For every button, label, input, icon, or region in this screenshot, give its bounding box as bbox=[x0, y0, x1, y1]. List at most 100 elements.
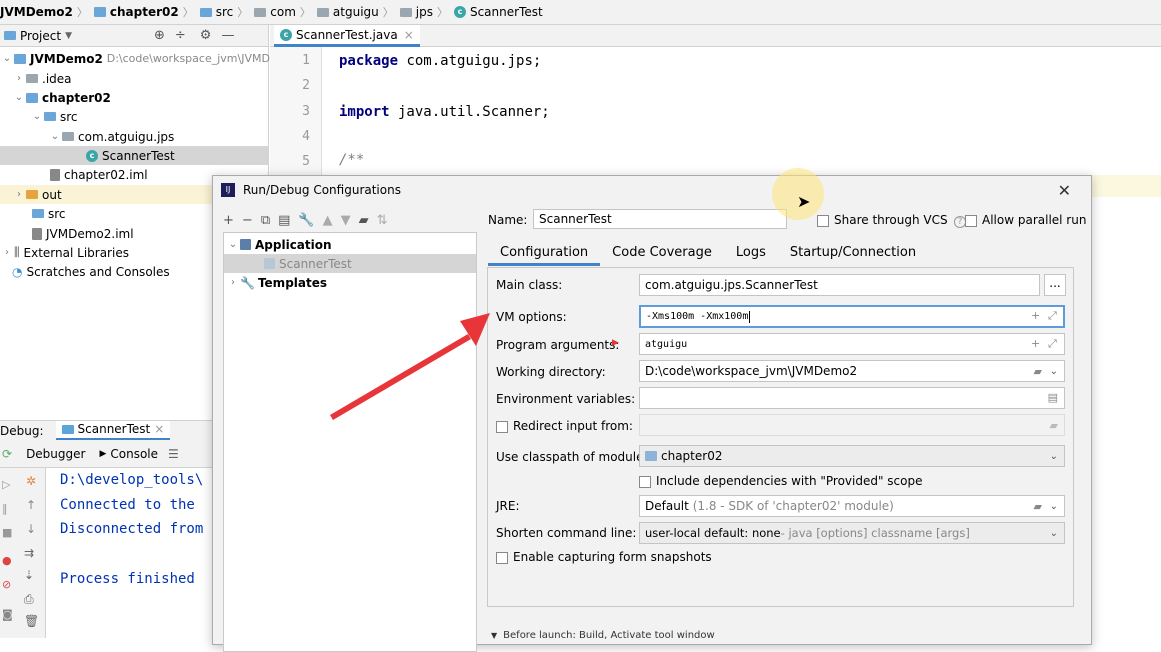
folder-icon[interactable]: ▰ bbox=[1034, 500, 1042, 513]
resume-icon[interactable]: ▷ bbox=[2, 478, 10, 491]
name-field[interactable]: ScannerTest bbox=[533, 209, 787, 229]
tree-item-src-root[interactable]: src bbox=[32, 204, 66, 223]
add-icon[interactable]: + bbox=[1031, 309, 1040, 322]
camera-icon[interactable]: ◙ bbox=[2, 608, 13, 621]
module-icon bbox=[26, 92, 38, 103]
allow-parallel-checkbox[interactable]: Allow parallel run bbox=[965, 213, 1086, 227]
program-args-field[interactable]: atguigu bbox=[639, 333, 1065, 355]
main-class-field[interactable]: com.atguigu.jps.ScannerTest bbox=[639, 274, 1040, 296]
locate-icon[interactable]: ⊕ bbox=[154, 28, 165, 43]
tree-item-src[interactable]: ⌄ src bbox=[30, 107, 78, 126]
shorten-cmd-dropdown[interactable]: user-local default: none - java [options… bbox=[639, 522, 1065, 544]
shorten-cmd-hint: - java [options] classname [args] bbox=[780, 526, 970, 540]
expand-icon[interactable]: ⤢ bbox=[1048, 309, 1057, 323]
crumb-class[interactable]: c ScannerTest bbox=[453, 5, 543, 19]
tree-item-label: JVMDemo2 bbox=[30, 51, 103, 66]
program-args-label: Program arguments: bbox=[496, 338, 620, 352]
debugger-tab[interactable]: Debugger bbox=[26, 447, 85, 461]
chevron-down-icon[interactable]: ⌄ bbox=[1050, 501, 1058, 512]
expand-icon[interactable]: ⤢ bbox=[1048, 337, 1057, 351]
tree-item-application[interactable]: ⌄ Application bbox=[226, 235, 332, 254]
crumb-com[interactable]: com 〉 bbox=[254, 4, 315, 20]
tab-code-coverage[interactable]: Code Coverage bbox=[600, 240, 724, 266]
sort-icon[interactable]: ⇅ bbox=[377, 213, 388, 228]
folder-icon[interactable]: ▰ bbox=[1050, 419, 1058, 432]
tree-item-idea[interactable]: › .idea bbox=[12, 69, 72, 88]
folder-icon[interactable]: ▰ bbox=[1034, 365, 1042, 378]
debug-icon[interactable]: ✲ bbox=[26, 474, 36, 488]
print-icon[interactable]: ⎙ bbox=[24, 592, 34, 607]
hide-icon[interactable]: — bbox=[221, 28, 234, 43]
form-snapshots-checkbox[interactable]: Enable capturing form snapshots bbox=[496, 550, 712, 564]
add-icon[interactable]: + bbox=[223, 213, 234, 228]
gear-icon[interactable]: ⚙ bbox=[200, 28, 212, 43]
breakpoints-icon[interactable]: ● bbox=[2, 554, 12, 567]
tree-item-external-libraries[interactable]: › ⫼ External Libraries bbox=[0, 243, 129, 262]
classpath-dropdown[interactable]: chapter02 ⌄ bbox=[639, 445, 1065, 467]
stop-icon[interactable]: ■ bbox=[2, 526, 12, 539]
tree-item-scratches[interactable]: ◔ Scratches and Consoles bbox=[12, 262, 170, 281]
redirect-input-checkbox[interactable]: Redirect input from: bbox=[496, 419, 633, 433]
tree-item-scannertest-config[interactable]: ScannerTest bbox=[224, 254, 476, 273]
wrench-icon[interactable]: 🔧 bbox=[298, 213, 314, 228]
redirect-input-field[interactable]: ▰ bbox=[639, 414, 1065, 436]
rerun-icon[interactable]: ⟳ bbox=[2, 447, 12, 461]
copy-icon[interactable]: ⧉ bbox=[261, 213, 270, 228]
mute-breakpoints-icon[interactable]: ⊘ bbox=[2, 578, 11, 591]
tree-item-label: External Libraries bbox=[23, 245, 129, 260]
debug-tab-scannertest[interactable]: ScannerTest × bbox=[55, 420, 171, 441]
step-down-icon[interactable]: ↓ bbox=[26, 522, 36, 536]
tree-item-chapter02[interactable]: ⌄ chapter02 bbox=[12, 88, 111, 107]
save-icon[interactable]: ▤ bbox=[278, 213, 290, 228]
tree-item-jvmdemo2-iml[interactable]: JVMDemo2.iml bbox=[32, 224, 134, 243]
folder-icon bbox=[26, 190, 38, 199]
menu-icon[interactable]: ☰ bbox=[168, 447, 179, 461]
share-vcs-checkbox[interactable]: Share through VCS? bbox=[817, 213, 967, 228]
browse-button[interactable]: ... bbox=[1044, 274, 1066, 296]
tab-logs[interactable]: Logs bbox=[724, 240, 778, 266]
tree-item-chapter02-iml[interactable]: chapter02.iml bbox=[50, 165, 148, 184]
working-dir-value: D:\code\workspace_jvm\JVMDemo2 bbox=[645, 364, 858, 378]
console-tab[interactable]: ▶ Console bbox=[99, 447, 158, 461]
env-vars-field[interactable]: ▤ bbox=[639, 387, 1065, 409]
folder-icon[interactable]: ▰ bbox=[359, 213, 369, 228]
trash-icon[interactable]: 🗑 bbox=[24, 614, 39, 628]
close-icon[interactable]: ✕ bbox=[1058, 181, 1071, 200]
console-line: Connected to the bbox=[60, 497, 195, 513]
chevron-down-icon[interactable]: ▼ bbox=[65, 31, 72, 41]
tree-item-scannertest[interactable]: c ScannerTest bbox=[0, 146, 268, 165]
scroll-end-icon[interactable]: ⇣ bbox=[24, 568, 34, 582]
tab-startup-connection[interactable]: Startup/Connection bbox=[778, 240, 928, 266]
close-icon[interactable]: × bbox=[404, 28, 414, 42]
remove-icon[interactable]: − bbox=[242, 213, 253, 228]
before-launch-section[interactable]: ▼ Before launch: Build, Activate tool win… bbox=[491, 630, 715, 641]
crumb-atguigu[interactable]: atguigu 〉 bbox=[316, 4, 398, 20]
working-dir-field[interactable]: D:\code\workspace_jvm\JVMDemo2 ▰ ⌄ bbox=[639, 360, 1065, 382]
pause-icon[interactable]: ‖ bbox=[2, 502, 8, 515]
move-up-icon[interactable]: ▲ bbox=[323, 213, 333, 228]
add-icon[interactable]: + bbox=[1031, 337, 1040, 350]
crumb-module[interactable]: chapter02 〉 bbox=[93, 4, 198, 20]
include-deps-checkbox[interactable]: Include dependencies with "Provided" sco… bbox=[639, 474, 923, 488]
step-up-icon[interactable]: ↑ bbox=[26, 498, 36, 512]
tree-item-package[interactable]: ⌄ com.atguigu.jps bbox=[48, 127, 175, 146]
breadcrumb: JVMDemo2 〉 chapter02 〉 src 〉 com 〉 atguigu 〉 … bbox=[0, 0, 1161, 25]
close-icon[interactable]: × bbox=[154, 422, 164, 436]
tab-configuration[interactable]: Configuration bbox=[488, 240, 601, 266]
tree-item-templates[interactable]: › 🔧 Templates bbox=[226, 273, 327, 292]
tree-item-label: com.atguigu.jps bbox=[78, 129, 175, 144]
crumb-project[interactable]: JVMDemo2 〉 bbox=[0, 4, 92, 20]
editor-tab-scannertest[interactable]: c ScannerTest.java × bbox=[274, 25, 420, 47]
jre-field[interactable]: Default (1.8 - SDK of 'chapter02' module… bbox=[639, 495, 1065, 517]
tree-item-jvmdemo2[interactable]: ⌄ JVMDemo2 D:\code\workspace_jvm\JVMDe bbox=[0, 49, 277, 68]
tree-item-label: Scratches and Consoles bbox=[26, 264, 170, 279]
crumb-jps[interactable]: jps 〉 bbox=[399, 4, 452, 20]
vm-options-field[interactable]: -Xms100m -Xmx100m bbox=[639, 305, 1065, 328]
chevron-down-icon[interactable]: ⌄ bbox=[1050, 366, 1058, 377]
move-down-icon[interactable]: ▼ bbox=[341, 213, 351, 228]
edit-list-icon[interactable]: ▤ bbox=[1048, 391, 1058, 404]
collapse-icon[interactable]: ÷ bbox=[175, 28, 186, 43]
wrap-icon[interactable]: ⇉ bbox=[24, 546, 34, 560]
crumb-src[interactable]: src 〉 bbox=[199, 4, 253, 20]
project-view-label[interactable]: Project bbox=[20, 29, 61, 43]
